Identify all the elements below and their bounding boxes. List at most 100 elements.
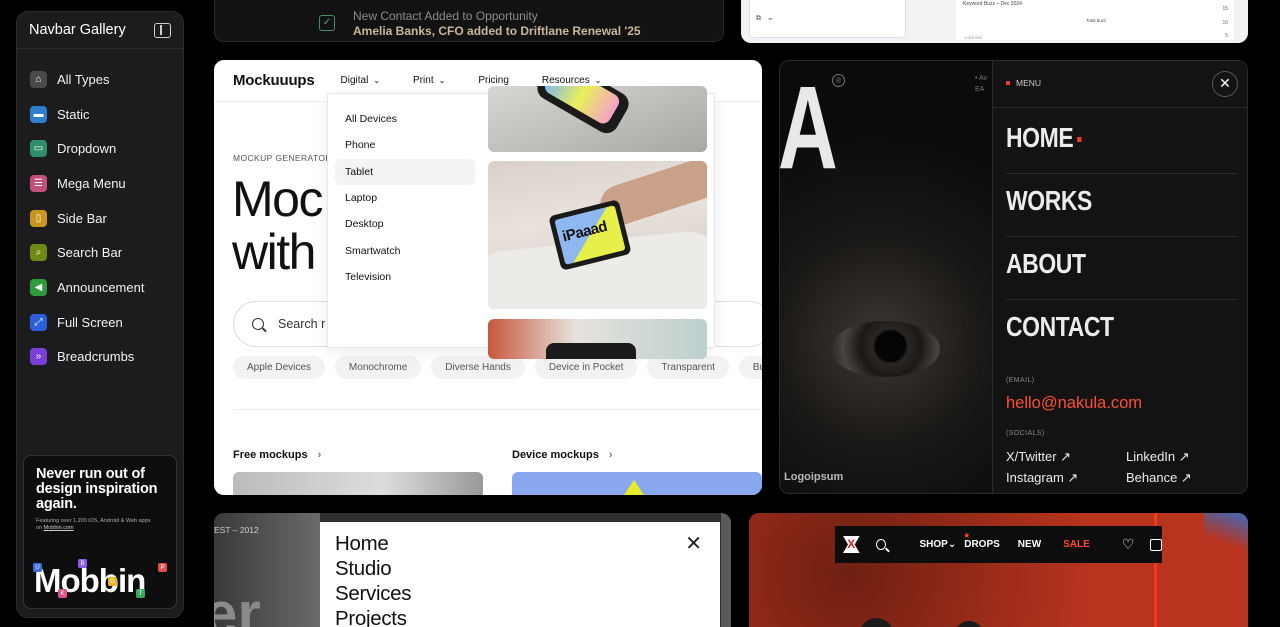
- menu-item-services[interactable]: Services: [335, 581, 720, 606]
- background-corner: [1204, 513, 1248, 553]
- chevron-down-icon: ⌄: [373, 76, 381, 85]
- device-mockup-thumbnail[interactable]: [512, 472, 762, 495]
- mobbin-logo: Mobbin: [34, 562, 146, 599]
- email-link[interactable]: hello@nakula.com: [1006, 394, 1142, 413]
- dashboard-preview-card[interactable]: ⧉ ⌁ Keyword Buzz – Dec 2024 Total buzz 1…: [741, 0, 1248, 43]
- app-badge-icon: U: [33, 563, 42, 572]
- nav-drops[interactable]: ★ DROPS: [963, 531, 1000, 550]
- phone-mockup-image[interactable]: [488, 86, 707, 152]
- sidebar-item-breadcrumbs[interactable]: » Breadcrumbs: [17, 340, 183, 375]
- menu-item-works[interactable]: WORKS: [1006, 185, 1092, 217]
- dropdown-item-all-devices[interactable]: All Devices: [335, 106, 475, 132]
- sidebar-item-label: Dropdown: [57, 141, 117, 157]
- chip-monochrome[interactable]: Monochrome: [334, 356, 422, 379]
- divider: [993, 107, 1247, 108]
- brand-logo-icon[interactable]: X: [843, 536, 860, 553]
- axis-foot: 1,000.000: [964, 35, 982, 40]
- copy-icon: ⧉: [756, 15, 761, 22]
- sidebar-item-side-bar[interactable]: ▯ Side Bar: [17, 201, 183, 236]
- sidebar-item-label: Static: [57, 106, 90, 122]
- mockuuups-preview-card[interactable]: Mockuuups Digital ⌄ Print ⌄ Pricing Resour…: [214, 60, 762, 495]
- chart-title: Keyword Buzz – Dec 2024: [963, 1, 1022, 7]
- menu-item-contact[interactable]: CONTACT: [1006, 311, 1114, 343]
- close-icon[interactable]: ✕: [685, 531, 702, 556]
- sidebar-item-label: Breadcrumbs: [57, 349, 135, 365]
- search-icon: [252, 318, 264, 330]
- nav-shop[interactable]: SHOP⌄: [920, 539, 957, 550]
- device-mockup-image[interactable]: [488, 319, 707, 359]
- sidebar-item-label: Mega Menu: [57, 175, 126, 191]
- chip-transparent[interactable]: Transparent: [647, 356, 729, 379]
- sidebar-item-announcement[interactable]: ◀ Announcement: [17, 270, 183, 305]
- social-link-twitter[interactable]: X/Twitter ↗: [1006, 449, 1071, 465]
- sidebar-item-label: All Types: [57, 71, 110, 87]
- sidebar-item-label: Announcement: [57, 279, 145, 295]
- mockuuups-logo[interactable]: Mockuuups: [233, 72, 315, 89]
- nav-print[interactable]: Print ⌄: [413, 75, 445, 86]
- sidebar-item-label: Side Bar: [57, 210, 107, 226]
- chart-legend: Total buzz: [1086, 18, 1107, 23]
- email-caption: (EMAIL): [1006, 377, 1035, 384]
- menu-item-home[interactable]: HOME: [1006, 122, 1082, 154]
- dropdown-item-phone[interactable]: Phone: [335, 132, 475, 158]
- store-navbar: X SHOP⌄ ★ DROPS NEW SALE ♡: [835, 526, 1162, 563]
- nav-pricing[interactable]: Pricing: [478, 75, 509, 86]
- sidebar-item-search-bar[interactable]: ⌕ Search Bar: [17, 235, 183, 270]
- social-link-behance[interactable]: Behance ↗: [1126, 470, 1192, 486]
- free-mockup-thumbnail[interactable]: [233, 472, 483, 495]
- dropdown-item-smartwatch[interactable]: Smartwatch: [335, 237, 475, 263]
- sidebar-item-dropdown[interactable]: ▭ Dropdown: [17, 131, 183, 166]
- dropdown-item-tablet[interactable]: Tablet: [335, 158, 475, 185]
- heart-icon[interactable]: ♡: [1122, 536, 1135, 553]
- menu-item-home[interactable]: Home: [335, 531, 720, 556]
- sidebar-item-full-screen[interactable]: ⤢ Full Screen: [17, 305, 183, 340]
- menu-item-studio[interactable]: Studio: [335, 556, 720, 581]
- store-navbar-preview-card[interactable]: X SHOP⌄ ★ DROPS NEW SALE ♡: [749, 513, 1248, 627]
- dropdown-item-television[interactable]: Television: [335, 264, 475, 290]
- menu-item-projects[interactable]: Projects: [335, 606, 720, 627]
- tablet-mockup-image[interactable]: iPaaad: [488, 161, 707, 309]
- search-placeholder: Search r: [278, 317, 326, 331]
- sidebar-item-all-types[interactable]: ⌂ All Types: [17, 62, 183, 97]
- divider: [233, 409, 762, 410]
- chevron-right-icon: ›: [608, 449, 613, 461]
- nav-sale[interactable]: SALE: [1063, 539, 1090, 550]
- nav-resources[interactable]: Resources ⌄: [542, 75, 602, 86]
- filter-chips: Apple Devices Monochrome Diverse Hands D…: [233, 356, 762, 379]
- search-icon[interactable]: [875, 539, 886, 550]
- corner-text: • Av EA: [975, 75, 988, 93]
- chip-apple-devices[interactable]: Apple Devices: [233, 356, 325, 379]
- wallet-icon[interactable]: [1150, 538, 1162, 551]
- menu-item-about[interactable]: ABOUT: [1006, 248, 1086, 280]
- sidebar-list: ⌂ All Types ▬ Static ▭ Dropdown ☰ Mega M…: [17, 49, 183, 374]
- social-link-instagram[interactable]: Instagram ↗: [1006, 470, 1078, 486]
- sidebar-item-static[interactable]: ▬ Static: [17, 97, 183, 132]
- chip-business[interactable]: Busi: [738, 356, 762, 379]
- warning-icon: [622, 480, 646, 495]
- chip-device-in-pocket[interactable]: Device in Pocket: [534, 356, 638, 379]
- breadcrumbs-icon: »: [30, 348, 47, 366]
- nav-new[interactable]: NEW: [1018, 539, 1041, 550]
- registered-mark: ®: [832, 74, 845, 87]
- section-free-mockups[interactable]: Free mockups ›: [233, 449, 321, 461]
- nav-digital[interactable]: Digital ⌄: [341, 75, 381, 86]
- fullscreen-menu-preview-card[interactable]: A ® • Av EA Logoipsum MENU ✕ HOME WORKS A…: [779, 60, 1248, 494]
- star-badge-icon: ★: [963, 531, 971, 540]
- chevron-down-icon: ⌄: [594, 76, 602, 85]
- studio-menu-preview-card[interactable]: EST – 2012 er Home Studio Services Proje…: [214, 513, 731, 627]
- section-device-mockups[interactable]: Device mockups ›: [512, 449, 613, 461]
- sidebar-toggle-icon[interactable]: [154, 22, 171, 38]
- link-icon: ⌁: [768, 16, 773, 23]
- dropdown-item-desktop[interactable]: Desktop: [335, 211, 475, 237]
- home-icon: ⌂: [30, 70, 47, 88]
- promo-link[interactable]: Mobbin.com: [44, 525, 74, 531]
- dropdown-item-laptop[interactable]: Laptop: [335, 185, 475, 211]
- promo-card[interactable]: Never run out of design inspiration agai…: [23, 455, 177, 609]
- sidebar-item-mega-menu[interactable]: ☰ Mega Menu: [17, 166, 183, 201]
- notification-preview-card[interactable]: ✓ New Contact Added to Opportunity Ameli…: [214, 0, 724, 42]
- close-icon[interactable]: ✕: [1212, 71, 1238, 97]
- menu-panel: MENU ✕ HOME WORKS ABOUT CONTACT (EMAIL) …: [992, 61, 1247, 493]
- axis-label: 15: [1222, 6, 1228, 12]
- chip-diverse-hands[interactable]: Diverse Hands: [431, 356, 525, 379]
- social-link-linkedin[interactable]: LinkedIn ↗: [1126, 449, 1190, 465]
